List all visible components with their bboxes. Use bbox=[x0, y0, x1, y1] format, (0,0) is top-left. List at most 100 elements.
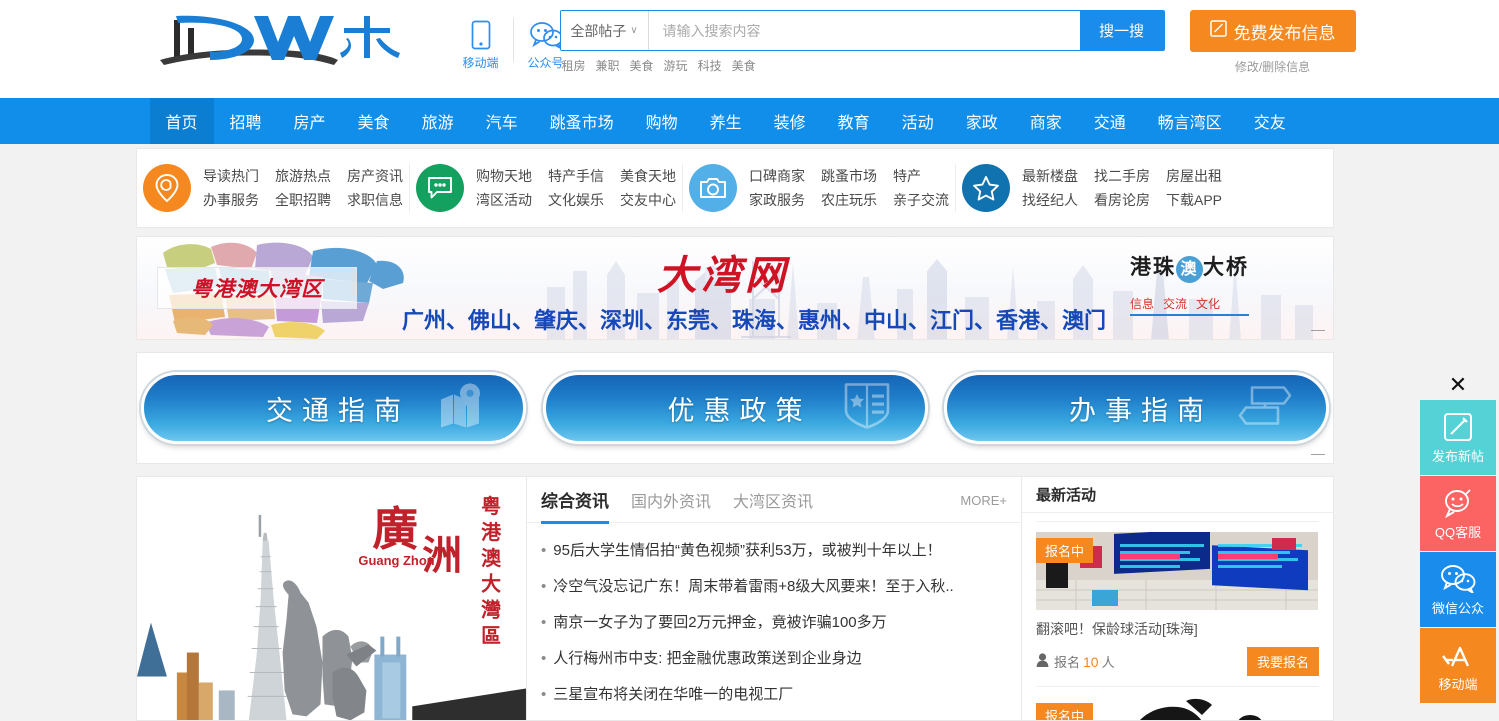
banner-tag[interactable]: 文化 bbox=[1196, 295, 1220, 312]
affairs-guide-button[interactable]: 办事指南 bbox=[944, 372, 1329, 444]
activity-title[interactable]: 翻滚吧！保龄球活动[珠海] bbox=[1036, 619, 1319, 639]
bullet-icon: • bbox=[541, 686, 547, 703]
quick-link[interactable]: 全职招聘 bbox=[275, 190, 331, 210]
nav-item-2[interactable]: 房产 bbox=[278, 98, 342, 144]
nav-item-3[interactable]: 美食 bbox=[342, 98, 406, 144]
compose-icon bbox=[1209, 20, 1227, 42]
news-item[interactable]: • 人行梅州市中支: 把金融优惠政策送到企业身边 bbox=[541, 641, 1007, 677]
news-item[interactable]: • 全方位模式创新成中国汽车业新动力 bbox=[541, 713, 1007, 721]
hotword[interactable]: 美食 bbox=[732, 57, 756, 74]
guangzhou-feature-image[interactable]: 廣 洲 Guang Zhou 粤港澳 大灣區 bbox=[136, 476, 526, 721]
activity-thumbnail[interactable]: 报名中 bbox=[1036, 697, 1318, 720]
activity-card[interactable]: 报名中 bbox=[1036, 686, 1319, 720]
modify-delete-info-link[interactable]: 修改/删除信息 bbox=[1190, 58, 1356, 75]
greater-bay-area-banner[interactable]: 粤港澳大湾区 大湾网 广州、佛山、肇庆、深圳、东莞、珠海、惠州、中山、江门、香港… bbox=[136, 236, 1334, 340]
quick-link[interactable]: 口碑商家 bbox=[749, 166, 805, 186]
search-button[interactable]: 搜一搜 bbox=[1079, 11, 1164, 50]
quick-link[interactable]: 亲子交流 bbox=[893, 190, 949, 210]
quick-link[interactable]: 求职信息 bbox=[347, 190, 403, 210]
floatbar-qq-service-button[interactable]: QQ客服 bbox=[1420, 476, 1496, 551]
quick-link[interactable]: 家政服务 bbox=[749, 190, 805, 210]
quick-links-panel: 导读热门 旅游热点 房产资讯 办事服务 全职招聘 求职信息 购物天地 特产手信 … bbox=[136, 148, 1334, 228]
nav-item-4[interactable]: 旅游 bbox=[406, 98, 470, 144]
hotword[interactable]: 租房 bbox=[562, 57, 586, 74]
nav-item-8[interactable]: 养生 bbox=[694, 98, 758, 144]
quick-link[interactable]: 找经纪人 bbox=[1022, 190, 1078, 210]
quick-link[interactable]: 房产资讯 bbox=[347, 166, 403, 186]
news-item[interactable]: • 冷空气没忘记广东！周末带着雷雨+8级大风要来！至于入秋.. bbox=[541, 569, 1007, 605]
nav-item-13[interactable]: 商家 bbox=[1014, 98, 1078, 144]
tab-bay-area-news[interactable]: 大湾区资讯 bbox=[733, 477, 813, 523]
floatbar-wechat-button[interactable]: 微信公众 bbox=[1420, 552, 1496, 627]
news-item-title: 三星宣布将关闭在华唯一的电视工厂 bbox=[553, 686, 794, 703]
quick-link[interactable]: 美食天地 bbox=[620, 166, 676, 186]
nav-item-16[interactable]: 交友 bbox=[1238, 98, 1302, 144]
publish-free-info-button[interactable]: 免费发布信息 bbox=[1189, 10, 1356, 52]
quick-group-shopping: 购物天地 特产手信 美食天地 湾区活动 文化娱乐 交友中心 bbox=[410, 164, 682, 212]
floatbar-close-button[interactable]: ✕ bbox=[1417, 370, 1499, 400]
quick-link[interactable]: 下载APP bbox=[1166, 190, 1222, 210]
search-input[interactable] bbox=[648, 11, 1080, 50]
news-item[interactable]: • 三星宣布将关闭在华唯一的电视工厂 bbox=[541, 677, 1007, 713]
activity-signup-button[interactable]: 我要报名 bbox=[1246, 647, 1319, 676]
hotword[interactable]: 美食 bbox=[630, 57, 654, 74]
quick-group-realestate: 最新楼盘 找二手房 房屋出租 找经纪人 看房论房 下载APP bbox=[956, 164, 1228, 212]
quick-link[interactable]: 交友中心 bbox=[620, 190, 676, 210]
nav-item-0[interactable]: 首页 bbox=[149, 98, 214, 144]
quick-link[interactable]: 跳蚤市场 bbox=[821, 166, 877, 186]
nav-item-5[interactable]: 汽车 bbox=[470, 98, 534, 144]
nav-item-10[interactable]: 教育 bbox=[822, 98, 886, 144]
site-logo[interactable] bbox=[158, 8, 403, 70]
nav-item-11[interactable]: 活动 bbox=[886, 98, 950, 144]
bridge-title-left: 港珠 bbox=[1130, 255, 1176, 279]
quick-link[interactable]: 房屋出租 bbox=[1166, 166, 1222, 186]
traffic-guide-button[interactable]: 交通指南 bbox=[141, 372, 526, 444]
nav-item-12[interactable]: 家政 bbox=[950, 98, 1014, 144]
quick-link[interactable]: 导读热门 bbox=[203, 166, 259, 186]
quick-link[interactable]: 湾区活动 bbox=[476, 190, 532, 210]
service-panel-minimize-button[interactable]: — bbox=[1311, 445, 1325, 461]
hotword[interactable]: 科技 bbox=[698, 57, 722, 74]
activity-signup-count: 10 bbox=[1083, 653, 1099, 670]
news-more-link[interactable]: MORE+ bbox=[960, 493, 1007, 508]
nav-item-9[interactable]: 装修 bbox=[758, 98, 822, 144]
preferential-policy-button[interactable]: 优惠政策 bbox=[542, 372, 928, 444]
news-item-title: 南京一女子为了要回2万元押金，竟被诈骗100多万 bbox=[553, 614, 887, 631]
nav-item-1[interactable]: 招聘 bbox=[214, 98, 278, 144]
quick-link[interactable]: 办事服务 bbox=[203, 190, 259, 210]
quick-link[interactable]: 特产 bbox=[893, 166, 949, 186]
search-category-select[interactable]: 全部帖子 ∨ bbox=[560, 11, 649, 50]
svg-text:大: 大 bbox=[481, 573, 501, 596]
activity-thumbnail[interactable]: 报名中 bbox=[1036, 532, 1318, 610]
floatbar-new-post-button[interactable]: 发布新帖 bbox=[1420, 400, 1496, 475]
header-divider bbox=[512, 18, 514, 62]
quick-link[interactable]: 农庄玩乐 bbox=[821, 190, 877, 210]
nav-item-14[interactable]: 交通 bbox=[1078, 98, 1142, 144]
quick-link[interactable]: 购物天地 bbox=[476, 166, 532, 186]
hotword[interactable]: 游玩 bbox=[664, 57, 688, 74]
quick-link[interactable]: 看房论房 bbox=[1094, 190, 1150, 210]
tab-comprehensive-news[interactable]: 综合资讯 bbox=[541, 476, 609, 524]
hotword[interactable]: 兼职 bbox=[596, 57, 620, 74]
news-item[interactable]: • 95后大学生情侣拍“黄色视频”获利53万，或被判十年以上！ bbox=[541, 533, 1007, 569]
nav-item-15[interactable]: 畅言湾区 bbox=[1142, 98, 1238, 144]
banner-minimize-button[interactable]: — bbox=[1311, 321, 1325, 337]
banner-tag[interactable]: 信息 bbox=[1130, 295, 1154, 312]
quick-link[interactable]: 最新楼盘 bbox=[1022, 166, 1078, 186]
header-app-links: 移动端 公众号 bbox=[455, 18, 572, 71]
quick-link[interactable]: 文化娱乐 bbox=[548, 190, 604, 210]
floatbar-mobile-button[interactable]: 移动端 bbox=[1420, 628, 1496, 703]
news-item[interactable]: • 南京一女子为了要回2万元押金，竟被诈骗100多万 bbox=[541, 605, 1007, 641]
quick-link[interactable]: 特产手信 bbox=[548, 166, 604, 186]
mobile-app-link[interactable]: 移动端 bbox=[455, 18, 507, 71]
quick-link[interactable]: 旅游热点 bbox=[275, 166, 331, 186]
affairs-guide-label: 办事指南 bbox=[1069, 395, 1213, 426]
quick-link[interactable]: 找二手房 bbox=[1094, 166, 1150, 186]
banner-tag[interactable]: 交流 bbox=[1163, 295, 1187, 312]
activity-card[interactable]: 报名中 bbox=[1036, 521, 1319, 676]
tab-domestic-international-news[interactable]: 国内外资讯 bbox=[631, 477, 711, 523]
bridge-title-ao: 澳 bbox=[1176, 256, 1203, 283]
nav-item-7[interactable]: 购物 bbox=[630, 98, 694, 144]
nav-item-6[interactable]: 跳蚤市场 bbox=[534, 98, 630, 144]
bullet-icon: • bbox=[541, 542, 547, 559]
